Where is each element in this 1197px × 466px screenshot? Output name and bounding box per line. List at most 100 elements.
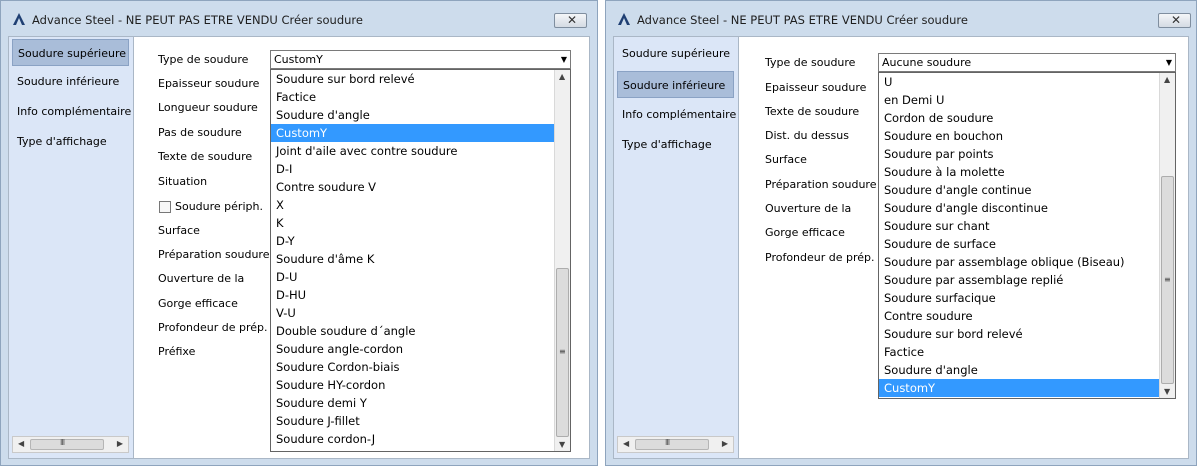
dropdown-option-soudure-par-assemblage-replie[interactable]: Soudure par assemblage replié: [879, 271, 1160, 289]
scroll-down-arrow-icon[interactable]: ▼: [559, 440, 565, 449]
right-dialog-window: Advance Steel - NE PEUT PAS ETRE VENDU C…: [605, 0, 1197, 466]
dropdown-option-factice[interactable]: Factice: [879, 343, 1160, 361]
scroll-up-arrow-icon[interactable]: ▲: [559, 72, 565, 81]
dialog-client-area: Soudure supérieure Soudure inférieure In…: [8, 36, 590, 459]
dropdown-option-soudure-en-bouchon[interactable]: Soudure en bouchon: [879, 127, 1160, 145]
dropdown-option-k[interactable]: K: [271, 214, 555, 232]
soudure-periph-checkbox[interactable]: [159, 201, 171, 213]
dropdown-option-soudure-sur-bord-releve[interactable]: Soudure sur bord relevé: [271, 70, 555, 88]
dropdown-option-soudure-cordon-biais[interactable]: Soudure Cordon-biais: [271, 358, 555, 376]
window-title: Advance Steel - NE PEUT PAS ETRE VENDU C…: [637, 13, 968, 27]
scroll-grip: III: [665, 438, 670, 447]
type-soudure-select[interactable]: CustomY ▼: [270, 50, 571, 69]
field-label: Epaisseur soudure: [765, 81, 867, 94]
type-soudure-dropdown-list[interactable]: Uen Demi U Cordon de soudure Soudure en bo…: [878, 72, 1176, 399]
field-label: Texte de soudure: [158, 150, 253, 163]
dropdown-option-soudure-d-angle-continue[interactable]: Soudure d'angle continue: [879, 181, 1160, 199]
nav-item-type-affichage[interactable]: Type d'affichage: [12, 128, 129, 155]
nav-item-soudure-inferieure[interactable]: Soudure inférieure: [12, 68, 129, 95]
dropdown-option-soudure-cordon-j[interactable]: Soudure cordon-J: [271, 430, 555, 448]
scroll-right-arrow-icon[interactable]: ▶: [117, 439, 123, 448]
nav-item-soudure-inferieure[interactable]: Soudure inférieure: [617, 71, 734, 98]
dropdown-option-soudure-angle-cordon[interactable]: Soudure angle-cordon: [271, 340, 555, 358]
title-bar: Advance Steel - NE PEUT PAS ETRE VENDU C…: [1, 1, 597, 37]
nav-item-soudure-superieure[interactable]: Soudure supérieure: [617, 40, 734, 67]
dropdown-option-cordon-de-soudure[interactable]: Cordon de soudure: [879, 109, 1160, 127]
dropdown-option-x[interactable]: X: [271, 196, 555, 214]
dropdown-option-u[interactable]: U: [879, 73, 1160, 91]
nav-item-type-affichage[interactable]: Type d'affichage: [617, 131, 734, 158]
field-label: Gorge efficace: [158, 297, 238, 310]
dropdown-option-d-y[interactable]: D-Y: [271, 232, 555, 250]
scroll-grip: III: [60, 438, 65, 447]
dropdown-option-joint-d-aile-avec-contre-soudure[interactable]: Joint d'aile avec contre soudure: [271, 142, 555, 160]
dropdown-option-double-soudure-d-angle[interactable]: Double soudure d´angle: [271, 322, 555, 340]
close-button[interactable]: ✕: [554, 13, 587, 28]
type-soudure-dropdown-list[interactable]: Soudure sur bord relevé Factice Soudure d'…: [270, 69, 571, 452]
scroll-thumb[interactable]: III: [30, 438, 104, 450]
scroll-grip: ≡: [1164, 275, 1171, 285]
dropdown-option-d-hu[interactable]: D-HU: [271, 286, 555, 304]
type-soudure-value: CustomY: [274, 53, 323, 66]
type-soudure-label: Type de soudure: [765, 56, 856, 69]
dropdown-vertical-scrollbar[interactable]: ▲ ≡ ▼: [554, 70, 570, 451]
field-label: Ouverture de la: [158, 272, 245, 285]
dropdown-option-customy[interactable]: CustomY: [271, 124, 555, 142]
scroll-left-arrow-icon[interactable]: ◀: [18, 439, 24, 448]
window-title: Advance Steel - NE PEUT PAS ETRE VENDU C…: [32, 13, 363, 27]
dropdown-option-soudure-hy-cordon[interactable]: Soudure HY-cordon: [271, 376, 555, 394]
dropdown-option-soudure-demi-y[interactable]: Soudure demi Y: [271, 394, 555, 412]
type-soudure-value: Aucune soudure: [882, 56, 972, 69]
chevron-down-icon[interactable]: ▼: [561, 51, 567, 68]
close-icon: ✕: [1171, 13, 1182, 27]
dropdown-option-contre-soudure-v[interactable]: Contre soudure V: [271, 178, 555, 196]
form-panel: Type de soudure Aucune soudure ▼ Epaisse…: [740, 37, 1188, 458]
nav-item-info-complementaire[interactable]: Info complémentaire: [617, 101, 736, 128]
dropdown-option-v-u[interactable]: V-U: [271, 304, 555, 322]
field-label: Situation: [158, 175, 208, 188]
nav-item-soudure-superieure[interactable]: Soudure supérieure: [12, 39, 129, 66]
field-label: Profondeur de prép.: [765, 251, 875, 264]
field-label: Surface: [765, 153, 807, 166]
scroll-right-arrow-icon[interactable]: ▶: [722, 439, 728, 448]
dropdown-option-contre-soudure[interactable]: Contre soudure: [879, 307, 1160, 325]
nav-horizontal-scrollbar[interactable]: ◀ III ▶: [12, 436, 129, 453]
dropdown-option-en-demi-u[interactable]: en Demi U: [879, 91, 1160, 109]
field-label: Préparation soudure: [158, 248, 270, 261]
scroll-thumb[interactable]: ≡: [1161, 176, 1174, 384]
dropdown-option-soudure-d-angle-discontinue[interactable]: Soudure d'angle discontinue: [879, 199, 1160, 217]
scroll-thumb[interactable]: III: [635, 438, 709, 450]
type-soudure-select[interactable]: Aucune soudure ▼: [878, 53, 1176, 72]
chevron-down-icon[interactable]: ▼: [1166, 54, 1172, 71]
field-label: Longueur soudure: [158, 101, 258, 114]
dropdown-option-soudure-surfacique[interactable]: Soudure surfacique: [879, 289, 1160, 307]
dropdown-option-customy[interactable]: CustomY: [879, 379, 1160, 397]
dropdown-option-soudure-d-angle[interactable]: Soudure d'angle: [271, 106, 555, 124]
dropdown-option-soudure-sur-chant[interactable]: Soudure sur chant: [879, 217, 1160, 235]
field-label: Préparation soudure: [765, 178, 877, 191]
scroll-grip: ≡: [559, 347, 566, 357]
dropdown-option-soudure-sur-bord-releve[interactable]: Soudure sur bord relevé: [879, 325, 1160, 343]
dropdown-option-d-i[interactable]: D-I: [271, 160, 555, 178]
dropdown-option-soudure-d-ame-k[interactable]: Soudure d'âme K: [271, 250, 555, 268]
dropdown-option-soudure-d-angle[interactable]: Soudure d'angle: [879, 361, 1160, 379]
dropdown-option-soudure-de-surface[interactable]: Soudure de surface: [879, 235, 1160, 253]
dropdown-option-factice[interactable]: Factice: [271, 88, 555, 106]
dropdown-option-soudure-a-la-molette[interactable]: Soudure à la molette: [879, 163, 1160, 181]
scroll-up-arrow-icon[interactable]: ▲: [1164, 75, 1170, 84]
close-button[interactable]: ✕: [1158, 13, 1191, 28]
field-label: Pas de soudure: [158, 126, 242, 139]
dropdown-vertical-scrollbar[interactable]: ▲ ≡ ▼: [1159, 73, 1175, 398]
scroll-thumb[interactable]: ≡: [556, 267, 569, 437]
scroll-down-arrow-icon[interactable]: ▼: [1164, 387, 1170, 396]
nav-horizontal-scrollbar[interactable]: ◀ III ▶: [617, 436, 734, 453]
dropdown-option-soudure-par-assemblage-oblique-biseau[interactable]: Soudure par assemblage oblique (Biseau): [879, 253, 1160, 271]
dropdown-option-soudure-j-fillet[interactable]: Soudure J-fillet: [271, 412, 555, 430]
nav-panel: Soudure supérieure Soudure inférieure In…: [9, 37, 134, 458]
field-label: Préfixe: [158, 345, 196, 358]
dropdown-option-d-u[interactable]: D-U: [271, 268, 555, 286]
dropdown-option-soudure-par-points[interactable]: Soudure par points: [879, 145, 1160, 163]
type-soudure-label: Type de soudure: [158, 53, 249, 66]
nav-item-info-complementaire[interactable]: Info complémentaire: [12, 98, 131, 125]
scroll-left-arrow-icon[interactable]: ◀: [623, 439, 629, 448]
